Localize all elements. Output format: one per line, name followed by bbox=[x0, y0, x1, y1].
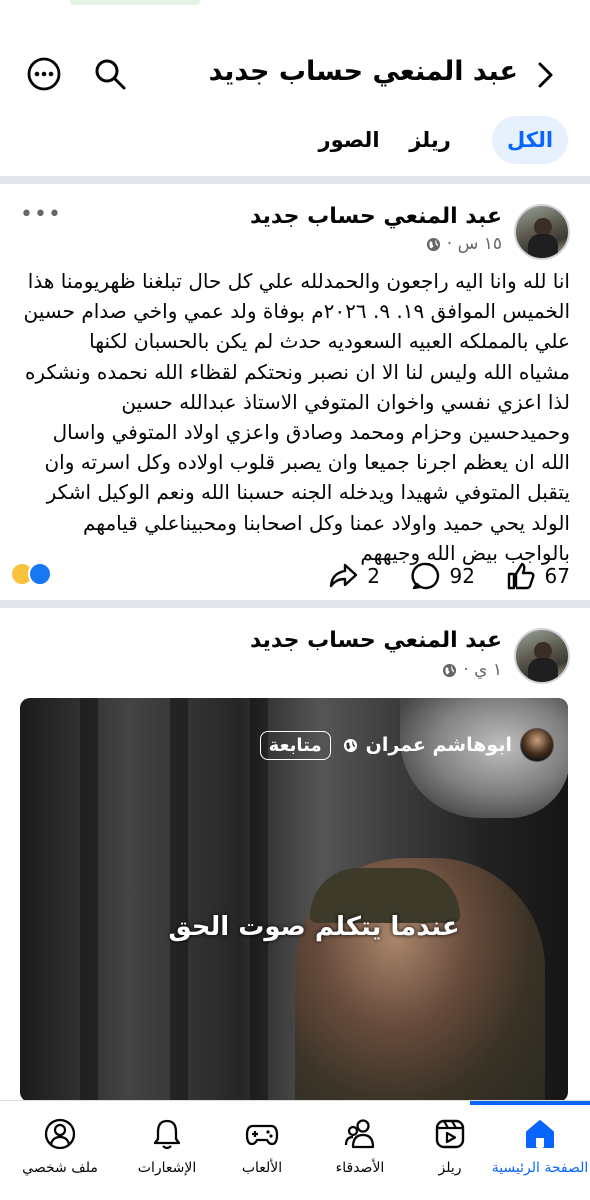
search-button[interactable] bbox=[92, 56, 128, 92]
tab-reels[interactable]: ريلز bbox=[400, 116, 460, 164]
post-author[interactable]: عبد المنعي حساب جديد bbox=[250, 204, 502, 229]
video-caption: عندما يتكلم صوت الحق bbox=[168, 912, 460, 942]
comment-icon bbox=[410, 562, 439, 590]
nav-friends[interactable]: الأصدقاء bbox=[320, 1117, 400, 1176]
like-count: 67 bbox=[544, 564, 570, 588]
profile-header: عبد المنعي حساب جديد bbox=[0, 44, 590, 104]
nav-notifications[interactable]: الإشعارات bbox=[122, 1117, 212, 1176]
divider bbox=[0, 176, 590, 184]
thumbs-up-icon bbox=[507, 562, 534, 590]
nav-label: الصفحة الرئيسية bbox=[491, 1160, 589, 1176]
globe-icon bbox=[443, 663, 457, 677]
share-icon bbox=[330, 563, 358, 588]
globe-icon bbox=[426, 237, 440, 251]
chevron-right-icon bbox=[538, 62, 553, 88]
reels-icon bbox=[435, 1119, 465, 1149]
home-icon bbox=[526, 1120, 554, 1148]
post-text: انا لله وانا اليه راجعون والحمدلله علي ك… bbox=[23, 269, 570, 565]
avatar[interactable] bbox=[514, 204, 570, 260]
channel-name[interactable]: ابوهاشم عمران bbox=[366, 734, 512, 756]
follow-button[interactable]: متابعة bbox=[259, 730, 331, 760]
nav-gaming[interactable]: الألعاب bbox=[220, 1117, 304, 1176]
nav-profile[interactable]: ملف شخصي bbox=[10, 1117, 110, 1176]
post-time: ١٥ س · bbox=[446, 234, 502, 254]
nav-label: الإشعارات bbox=[137, 1160, 197, 1176]
globe-icon bbox=[343, 738, 357, 752]
like-button[interactable]: 67 bbox=[505, 560, 570, 592]
filter-tabs: الكل ريلز الصور bbox=[0, 116, 590, 168]
friends-icon bbox=[344, 1119, 375, 1149]
active-tab-indicator bbox=[470, 1101, 590, 1105]
tab-photos[interactable]: الصور bbox=[314, 116, 384, 164]
reactions-bar: 67 92 2 bbox=[0, 558, 590, 598]
divider bbox=[0, 600, 590, 608]
share-count: 2 bbox=[367, 564, 380, 588]
nav-label: ملف شخصي bbox=[22, 1160, 98, 1176]
video-background bbox=[170, 698, 188, 1102]
channel-avatar[interactable] bbox=[520, 728, 554, 762]
share-button[interactable]: 2 bbox=[327, 560, 380, 592]
nav-reels[interactable]: ريلز bbox=[410, 1117, 490, 1176]
more-options-button[interactable] bbox=[26, 56, 62, 92]
video-player[interactable]: ابوهاشم عمران متابعة عندما يتكلم صوت الح… bbox=[20, 698, 568, 1102]
post-meta: ١٥ س · bbox=[426, 234, 502, 254]
reaction-summary[interactable] bbox=[10, 562, 60, 588]
like-reaction-icon bbox=[28, 562, 52, 586]
status-indicator bbox=[70, 0, 200, 5]
nav-label: الألعاب bbox=[241, 1160, 283, 1176]
post-meta: ١ ي · bbox=[442, 660, 502, 680]
profile-icon bbox=[44, 1118, 76, 1150]
nav-label: الأصدقاء bbox=[335, 1160, 385, 1176]
avatar[interactable] bbox=[514, 628, 570, 684]
nav-home[interactable]: الصفحة الرئيسية bbox=[490, 1117, 590, 1176]
post-time: ١ ي · bbox=[463, 660, 502, 680]
more-icon bbox=[27, 57, 61, 91]
tab-all[interactable]: الكل bbox=[492, 116, 568, 164]
comment-button[interactable]: 92 bbox=[410, 560, 475, 592]
video-background bbox=[80, 698, 98, 1102]
gamepad-icon bbox=[245, 1124, 279, 1146]
page-title: عبد المنعي حساب جديد bbox=[208, 56, 518, 87]
comment-count: 92 bbox=[449, 564, 475, 588]
status-bar bbox=[0, 0, 590, 10]
back-button[interactable] bbox=[528, 58, 562, 92]
search-icon bbox=[95, 59, 126, 90]
nav-label: ريلز bbox=[438, 1160, 462, 1176]
video-channel: ابوهاشم عمران متابعة bbox=[259, 728, 554, 762]
post: عبد المنعي حساب جديد ١٥ س · ••• انا لله … bbox=[0, 184, 590, 600]
bell-icon bbox=[153, 1119, 181, 1150]
post-options-button[interactable]: ••• bbox=[20, 202, 62, 227]
post-author[interactable]: عبد المنعي حساب جديد bbox=[250, 628, 502, 653]
bottom-navigation: الصفحة الرئيسية ريلز الأصدقاء الألعاب ال… bbox=[0, 1100, 590, 1200]
